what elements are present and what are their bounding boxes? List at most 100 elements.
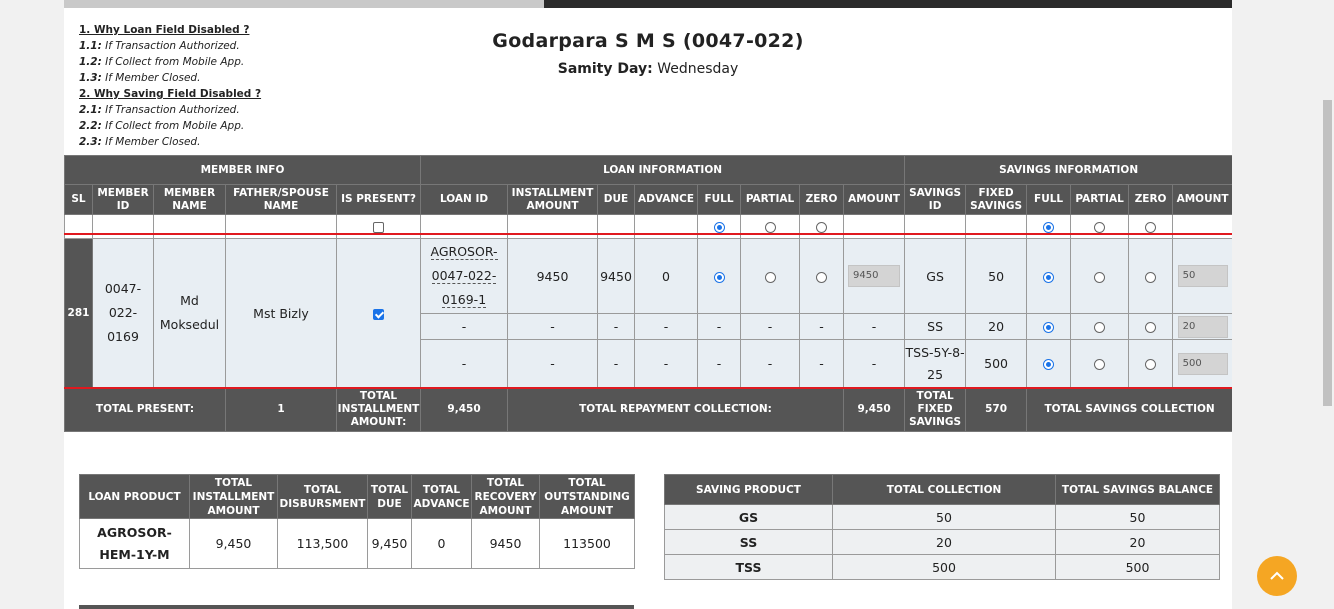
savings-full-radio[interactable] bbox=[1043, 322, 1055, 333]
table-row: AGROSOR-HEM-1Y-M 9,450 113,500 9,450 0 9… bbox=[79, 518, 635, 569]
col-sl: SL bbox=[64, 184, 93, 215]
select-all-savings-full-radio[interactable] bbox=[1043, 222, 1055, 233]
lp-col-disbursment: TOTAL DISBURSMENT bbox=[277, 474, 368, 519]
member-row: 281 0047-022-0169 Md Moksedul Mst Bizly … bbox=[64, 238, 1232, 388]
member-name: Md Moksedul bbox=[153, 238, 226, 388]
total-fixed-savings-value: 570 bbox=[965, 387, 1028, 432]
sp-col-balance: TOTAL SAVINGS BALANCE bbox=[1055, 474, 1220, 505]
savings-partial-radio[interactable] bbox=[1094, 271, 1106, 283]
installment-amount: 9450 bbox=[507, 238, 599, 314]
savings-amount-input[interactable]: 500 bbox=[1177, 352, 1228, 375]
note-item: 2.3: If Member Closed. bbox=[79, 136, 201, 148]
fixed-savings: 20 bbox=[965, 313, 1028, 340]
sp-col-product: SAVING PRODUCT bbox=[664, 474, 833, 505]
total-installment-label: TOTAL INSTALLMENT AMOUNT: bbox=[335, 387, 422, 432]
col-savings-zero: ZERO bbox=[1128, 184, 1174, 215]
top-bar bbox=[64, 0, 1232, 8]
total-repayment-label: TOTAL REPAYMENT COLLECTION: bbox=[507, 387, 845, 432]
col-member-id: MEMBER ID bbox=[92, 184, 154, 215]
loan-product-table: LOAN PRODUCT TOTAL INSTALLMENT AMOUNT TO… bbox=[79, 474, 635, 569]
scroll-to-top-button[interactable] bbox=[1257, 556, 1297, 596]
col-is-present: IS PRESENT? bbox=[335, 184, 422, 215]
page: 1. Why Loan Field Disabled ? 1.1: If Tra… bbox=[64, 0, 1232, 609]
savings-zero-radio[interactable] bbox=[1145, 271, 1157, 283]
col-installment: INSTALLMENT AMOUNT bbox=[507, 184, 599, 215]
total-fixed-savings-label: TOTAL FIXED SAVINGS bbox=[904, 387, 967, 432]
total-installment-value: 9,450 bbox=[420, 387, 509, 432]
page-title: Godarpara S M S (0047-022) bbox=[492, 30, 804, 52]
saving-product-table: SAVING PRODUCT TOTAL COLLECTION TOTAL SA… bbox=[664, 474, 1220, 580]
page-scrollbar[interactable] bbox=[1321, 0, 1334, 609]
savings-full-radio[interactable] bbox=[1043, 271, 1055, 283]
select-all-row bbox=[64, 214, 1232, 239]
table-row: TSS 500 500 bbox=[664, 554, 1220, 580]
loan-amount-input[interactable]: 9450 bbox=[848, 265, 901, 287]
col-savings-amount: AMOUNT bbox=[1172, 184, 1232, 215]
select-all-partial-radio[interactable] bbox=[764, 222, 776, 233]
savings-full-radio[interactable] bbox=[1043, 359, 1055, 370]
savings-partial-radio[interactable] bbox=[1094, 322, 1106, 333]
select-all-savings-partial-radio[interactable] bbox=[1094, 222, 1106, 233]
lp-col-advance: TOTAL ADVANCE bbox=[411, 474, 472, 519]
select-all-savings-zero-radio[interactable] bbox=[1145, 222, 1157, 233]
fixed-savings: 50 bbox=[965, 238, 1028, 314]
row-sl: 281 bbox=[64, 238, 93, 388]
is-present-checkbox[interactable] bbox=[373, 308, 384, 320]
col-member-name: MEMBER NAME bbox=[153, 184, 226, 215]
group-savings-info: SAVINGS INFORMATION bbox=[904, 155, 1232, 185]
savings-zero-radio[interactable] bbox=[1145, 322, 1157, 333]
samity-day: Samity Day: Wednesday bbox=[557, 61, 739, 77]
savings-amount-input[interactable]: 50 bbox=[1177, 265, 1228, 287]
col-full: FULL bbox=[697, 184, 742, 215]
group-loan-info: LOAN INFORMATION bbox=[420, 155, 906, 185]
father-spouse-name: Mst Bizly bbox=[225, 238, 337, 388]
chevron-up-icon bbox=[1270, 571, 1284, 580]
note-heading-saving: 2. Why Saving Field Disabled ? bbox=[79, 88, 262, 100]
lp-col-product: LOAN PRODUCT bbox=[79, 474, 190, 519]
select-all-present-checkbox[interactable] bbox=[373, 222, 384, 233]
col-amount: AMOUNT bbox=[843, 184, 906, 215]
total-present-label: TOTAL PRESENT: bbox=[64, 387, 226, 432]
due-amount: 9450 bbox=[597, 238, 636, 314]
total-savings-label: TOTAL SAVINGS COLLECTION bbox=[1026, 387, 1232, 432]
total-present-value: 1 bbox=[225, 387, 337, 432]
lp-col-recovery: TOTAL RECOVERY AMOUNT bbox=[471, 474, 540, 519]
col-partial: PARTIAL bbox=[740, 184, 801, 215]
totals-row: TOTAL PRESENT: 1 TOTAL INSTALLMENT AMOUN… bbox=[64, 387, 1232, 432]
col-savings-partial: PARTIAL bbox=[1070, 184, 1130, 215]
savings-amount-input[interactable]: 20 bbox=[1177, 315, 1228, 338]
col-due: DUE bbox=[597, 184, 636, 215]
lp-col-installment: TOTAL INSTALLMENT AMOUNT bbox=[189, 474, 278, 519]
savings-id: SS bbox=[904, 313, 967, 340]
select-all-zero-radio[interactable] bbox=[816, 222, 828, 233]
lp-col-outstanding: TOTAL OUTSTANDING AMOUNT bbox=[539, 474, 635, 519]
col-zero: ZERO bbox=[799, 184, 845, 215]
advance-amount: 0 bbox=[634, 238, 699, 314]
table-row: GS 50 50 bbox=[664, 504, 1220, 530]
next-table-header bbox=[79, 605, 634, 609]
col-fixed-savings: FIXED SAVINGS bbox=[965, 184, 1028, 215]
savings-id: GS bbox=[904, 238, 967, 314]
note-item: 2.1: If Transaction Authorized. bbox=[79, 104, 240, 116]
loan-zero-radio[interactable] bbox=[816, 271, 828, 283]
col-father-name: FATHER/SPOUSE NAME bbox=[225, 184, 337, 215]
loan-full-radio[interactable] bbox=[713, 271, 725, 283]
table-row: SS 20 20 bbox=[664, 529, 1220, 555]
col-savings-id: SAVINGS ID bbox=[904, 184, 967, 215]
lp-col-due: TOTAL DUE bbox=[367, 474, 412, 519]
note-item: 2.2: If Collect from Mobile App. bbox=[79, 120, 245, 132]
loan-partial-radio[interactable] bbox=[764, 271, 776, 283]
select-all-full-radio[interactable] bbox=[713, 222, 725, 233]
collection-table: MEMBER INFO LOAN INFORMATION SAVINGS INF… bbox=[64, 155, 1232, 432]
col-loan-id: LOAN ID bbox=[420, 184, 509, 215]
scrollbar-thumb[interactable] bbox=[1323, 100, 1332, 406]
loan-id-link[interactable]: AGROSOR-0047-022-0169-1 bbox=[430, 244, 498, 308]
sp-col-collection: TOTAL COLLECTION bbox=[832, 474, 1056, 505]
savings-zero-radio[interactable] bbox=[1145, 359, 1157, 370]
col-advance: ADVANCE bbox=[634, 184, 699, 215]
savings-partial-radio[interactable] bbox=[1094, 359, 1106, 370]
col-savings-full: FULL bbox=[1026, 184, 1072, 215]
savings-id: TSS-5Y-8-25 bbox=[904, 339, 967, 388]
fixed-savings: 500 bbox=[965, 339, 1028, 388]
total-repayment-value: 9,450 bbox=[843, 387, 906, 432]
